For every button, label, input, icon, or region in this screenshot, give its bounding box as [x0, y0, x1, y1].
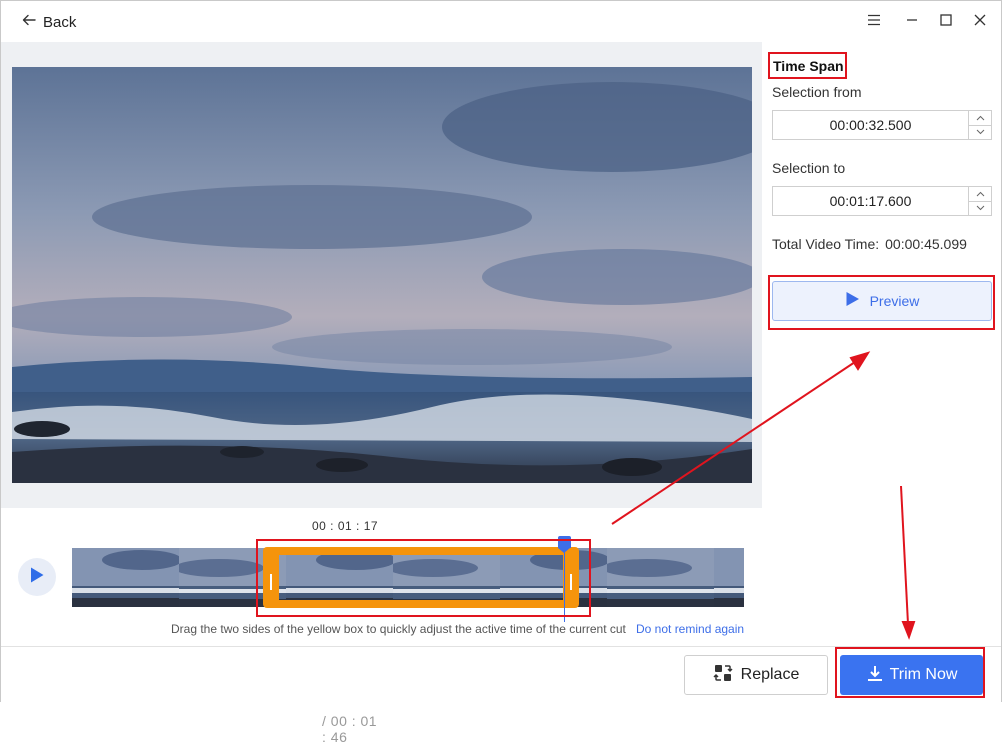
annotation-box: [768, 275, 995, 330]
dont-remind-link[interactable]: Do not remind again: [636, 622, 744, 636]
total-video-time: Total Video Time: 00:00:45.099: [772, 236, 967, 252]
increment-button[interactable]: [969, 111, 991, 126]
selection-to-value[interactable]: 00:01:17.600: [773, 187, 969, 215]
current-time: 00 : 01 : 17: [312, 519, 379, 533]
annotation-box: [768, 52, 847, 79]
play-icon: [29, 566, 45, 589]
timecode-separator: /: [322, 713, 331, 729]
timecode: 00 : 01 : 17 / 00 : 01 : 46: [312, 519, 379, 745]
back-arrow-icon: [21, 12, 37, 33]
maximize-button[interactable]: [937, 13, 955, 31]
replace-icon: [713, 663, 733, 688]
decrement-button[interactable]: [969, 126, 991, 140]
play-button[interactable]: [18, 558, 56, 596]
total-video-time-value: 00:00:45.099: [885, 236, 967, 252]
close-icon: [973, 13, 987, 32]
back-button[interactable]: Back: [21, 11, 76, 33]
video-preview[interactable]: [12, 67, 752, 483]
thumbnail-frame: [714, 548, 744, 607]
minimize-icon: [905, 13, 919, 32]
total-time: 00 : 01 : 46: [322, 713, 378, 745]
annotation-box: [835, 647, 985, 698]
title-bar: Back: [1, 1, 1001, 42]
thumbnail-frame: [607, 548, 714, 607]
decrement-button[interactable]: [969, 202, 991, 216]
replace-button[interactable]: Replace: [684, 655, 828, 695]
time-span-panel: Time Span Selection from 00:00:32.500 Se…: [762, 42, 1001, 646]
menu-icon: [867, 13, 881, 32]
trim-hint: Drag the two sides of the yellow box to …: [171, 622, 626, 636]
replace-label: Replace: [740, 666, 800, 683]
selection-from-stepper[interactable]: 00:00:32.500: [772, 110, 992, 140]
maximize-icon: [939, 13, 953, 32]
minimize-button[interactable]: [903, 13, 921, 31]
menu-button[interactable]: [865, 13, 883, 31]
selection-to-stepper[interactable]: 00:01:17.600: [772, 186, 992, 216]
increment-button[interactable]: [969, 187, 991, 202]
selection-from-label: Selection from: [772, 84, 862, 100]
close-button[interactable]: [971, 13, 989, 31]
total-video-time-label: Total Video Time:: [772, 236, 880, 252]
selection-from-value[interactable]: 00:00:32.500: [773, 111, 969, 139]
thumbnail-frame: [72, 548, 179, 607]
selection-to-label: Selection to: [772, 160, 846, 176]
back-label: Back: [43, 13, 77, 31]
annotation-box: [256, 539, 591, 617]
